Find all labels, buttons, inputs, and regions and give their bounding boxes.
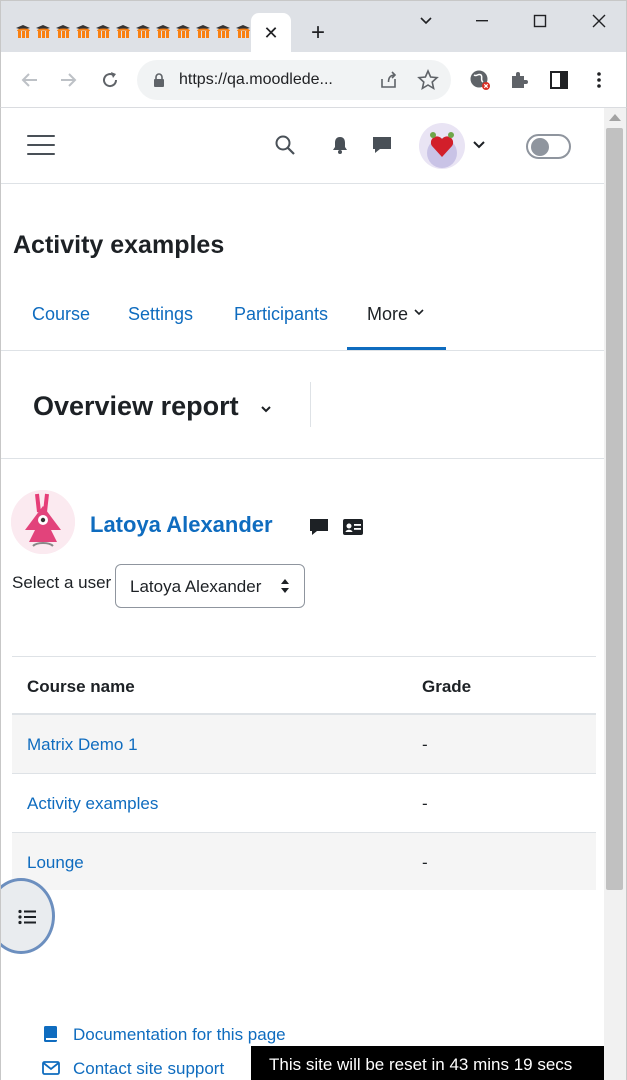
avatar[interactable] bbox=[11, 490, 75, 554]
grade-value: - bbox=[422, 853, 428, 872]
table-header: Course name Grade bbox=[12, 656, 596, 715]
tab-participants[interactable]: Participants bbox=[234, 304, 328, 325]
grade-value: - bbox=[422, 735, 428, 754]
select-arrows-icon bbox=[281, 579, 289, 593]
minimize-icon[interactable] bbox=[469, 9, 495, 33]
message-icon[interactable] bbox=[308, 516, 330, 538]
divider bbox=[310, 382, 311, 427]
page-title: Activity examples bbox=[13, 231, 225, 259]
id-card-icon[interactable] bbox=[342, 517, 364, 537]
reload-icon[interactable] bbox=[96, 66, 124, 94]
select-user-label: Select a user bbox=[12, 573, 112, 592]
course-link[interactable]: Activity examples bbox=[27, 794, 158, 814]
column-course-name[interactable]: Course name bbox=[27, 677, 135, 697]
contact-support-link-label: Contact site support bbox=[73, 1059, 225, 1078]
report-selector-title[interactable]: Overview report bbox=[33, 391, 239, 422]
user-select-value: Latoya Alexander bbox=[130, 577, 262, 596]
maximize-icon[interactable] bbox=[527, 9, 553, 33]
moodle-favicon-icon[interactable] bbox=[135, 23, 151, 41]
lock-icon bbox=[154, 73, 164, 87]
chevron-down-icon[interactable] bbox=[259, 402, 273, 416]
secondary-nav: Course Settings Participants More bbox=[1, 288, 606, 351]
list-icon bbox=[18, 909, 36, 925]
moodle-favicon-icon[interactable] bbox=[35, 23, 51, 41]
search-icon[interactable] bbox=[274, 134, 296, 156]
browser-tabstrip: ✕ + bbox=[0, 0, 627, 53]
chat-icon[interactable] bbox=[371, 134, 393, 156]
moodle-favicon-icon[interactable] bbox=[175, 23, 191, 41]
scroll-up-icon[interactable] bbox=[609, 114, 621, 121]
tab-settings[interactable]: Settings bbox=[128, 304, 193, 325]
table-row: Activity examples - bbox=[12, 774, 596, 833]
moodle-favicon-icon[interactable] bbox=[15, 23, 31, 41]
edit-mode-toggle[interactable] bbox=[526, 134, 571, 159]
active-tab[interactable]: ✕ bbox=[251, 13, 291, 53]
tab-search-icon[interactable] bbox=[413, 9, 439, 33]
browser-toolbar: https://qa.moodlede... bbox=[0, 52, 627, 108]
contact-support-link[interactable]: Contact site support bbox=[41, 1059, 224, 1079]
tab-more-label: More bbox=[367, 304, 409, 324]
scrollbar-thumb[interactable] bbox=[606, 128, 623, 890]
hamburger-icon[interactable] bbox=[27, 135, 55, 157]
table-row: Matrix Demo 1 - bbox=[12, 715, 596, 774]
close-tab-icon[interactable]: ✕ bbox=[263, 23, 278, 44]
envelope-icon bbox=[42, 1061, 60, 1075]
moodle-favicon-icon[interactable] bbox=[195, 23, 211, 41]
back-icon[interactable] bbox=[15, 66, 43, 94]
new-tab-button[interactable]: + bbox=[305, 21, 331, 47]
table-row: Lounge - bbox=[12, 833, 596, 890]
moodle-favicon-icon[interactable] bbox=[75, 23, 91, 41]
scrollbar[interactable] bbox=[604, 108, 626, 1080]
column-grade[interactable]: Grade bbox=[422, 677, 471, 697]
side-panel-icon[interactable] bbox=[547, 68, 571, 92]
course-link[interactable]: Matrix Demo 1 bbox=[27, 735, 138, 755]
divider bbox=[1, 458, 606, 459]
share-icon[interactable] bbox=[379, 70, 399, 90]
extensions-puzzle-icon[interactable] bbox=[507, 68, 531, 92]
forward-icon[interactable] bbox=[55, 66, 83, 94]
moodle-favicon-icon[interactable] bbox=[235, 23, 251, 41]
moodle-favicon-icon[interactable] bbox=[215, 23, 231, 41]
book-icon bbox=[44, 1026, 57, 1042]
documentation-link-label: Documentation for this page bbox=[73, 1025, 286, 1044]
course-link[interactable]: Lounge bbox=[27, 853, 84, 873]
bell-icon[interactable] bbox=[329, 134, 351, 156]
user-menu-avatar[interactable] bbox=[419, 123, 465, 169]
moodle-favicon-icon[interactable] bbox=[115, 23, 131, 41]
tab-more[interactable]: More bbox=[367, 304, 425, 325]
grades-table: Course name Grade Matrix Demo 1 - Activi… bbox=[12, 656, 596, 890]
tab-course[interactable]: Course bbox=[32, 304, 90, 325]
extension-globe-icon[interactable] bbox=[468, 68, 492, 92]
browser-menu-icon[interactable] bbox=[587, 68, 611, 92]
chevron-down-icon[interactable] bbox=[472, 138, 486, 152]
grade-value: - bbox=[422, 794, 428, 813]
close-window-icon[interactable] bbox=[586, 9, 612, 33]
site-navbar bbox=[1, 108, 606, 184]
user-select[interactable]: Latoya Alexander bbox=[115, 564, 305, 608]
chevron-down-icon bbox=[414, 309, 424, 316]
moodle-favicon-icon[interactable] bbox=[55, 23, 71, 41]
address-bar[interactable]: https://qa.moodlede... bbox=[137, 60, 451, 100]
user-name-link[interactable]: Latoya Alexander bbox=[90, 512, 273, 538]
url-text: https://qa.moodlede... bbox=[179, 71, 333, 88]
page-viewport: Activity examples Course Settings Partic… bbox=[0, 108, 627, 1080]
bookmark-star-icon[interactable] bbox=[417, 69, 439, 91]
moodle-favicon-icon[interactable] bbox=[95, 23, 111, 41]
documentation-link[interactable]: Documentation for this page bbox=[41, 1025, 286, 1045]
moodle-favicon-icon[interactable] bbox=[155, 23, 171, 41]
reset-notice: This site will be reset in 43 mins 19 se… bbox=[251, 1046, 606, 1080]
active-tab-indicator bbox=[347, 347, 446, 350]
